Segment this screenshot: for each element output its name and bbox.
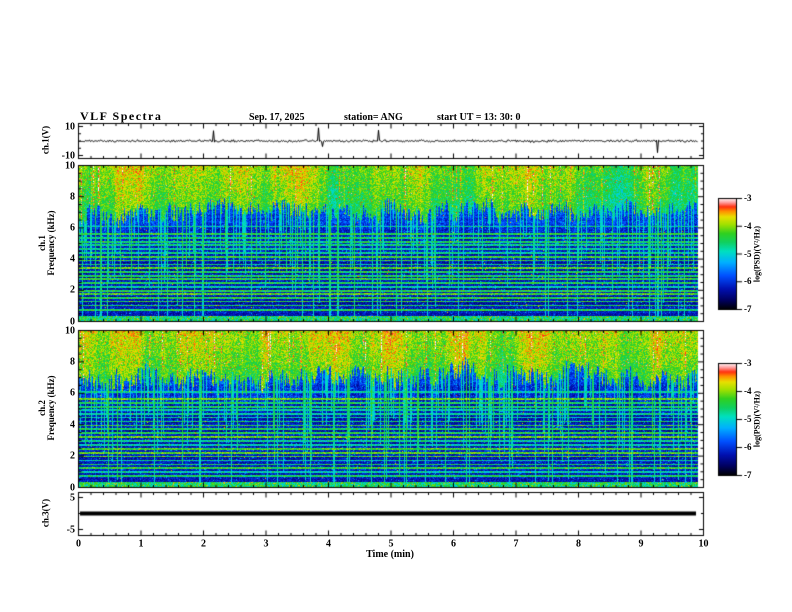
colorbar-tick-label: -3 [744,193,752,203]
freq-tick-label: 8 [70,191,75,203]
freq-tick-label: 4 [70,253,75,265]
x-tick-label: 8 [576,538,581,550]
ch1-voltage-axis-label: ch.1(V) [40,125,51,155]
x-tick-label: 10 [698,538,709,550]
colorbar-tick-label: -6 [744,276,752,287]
freq-tick-label: 2 [70,284,75,296]
colorbar-tick-label: -6 [744,442,752,452]
colorbar1-label: log(PSD)(V²/Hz) [752,225,762,283]
colorbar-tick-label: -5 [744,414,752,424]
colorbar-tick-label: -7 [744,470,752,480]
freq-tick-label: 10 [65,325,75,336]
colorbar2-label: log(PSD)(V²/Hz) [752,390,762,448]
date-label: Sep. 17, 2025 [249,112,305,123]
x-tick-label: 7 [513,538,519,550]
x-tick-label: 2 [201,538,206,550]
freq-tick-label: 8 [70,356,75,368]
colorbar-tick-label: -5 [744,248,752,259]
freq-tick-label: 2 [70,450,75,462]
x-tick-label: 1 [138,538,144,550]
ch1-frequency-axis-label: ch.1 Frequency (kHz) [37,210,56,276]
ch1-frequency-axis-label-line2: Frequency (kHz) [46,210,56,276]
x-tick-label: 3 [263,538,269,550]
ch1-volt-tick-label: -10 [61,150,75,161]
ch3-voltage-axis-label: ch.3(V) [40,498,51,528]
x-tick-label: 6 [451,538,456,550]
colorbar-tick-label: -4 [744,386,752,396]
ch3-volt-tick-label: -5 [66,524,75,535]
start-time-label: start UT = 13: 30: 0 [437,112,521,123]
x-tick-label: 0 [76,538,81,550]
figure-title: VLF Spectra [80,109,163,123]
vlf-spectra-page: VLF Spectra Sep. 17, 2025 station= ANG s… [0,0,792,612]
ch3-volt-tick-label: 5 [70,492,75,503]
x-axis-label: Time (min) [366,549,414,560]
x-tick-label: 9 [638,538,644,550]
colorbar-tick-label: -4 [744,220,752,231]
ch1-volt-tick-label: 10 [65,121,75,132]
ch2-frequency-axis-label: ch.2 Frequency (kHz) [37,375,56,441]
figure-canvas [0,0,792,612]
colorbar-tick-label: -3 [744,358,752,368]
station-label: station= ANG [344,112,403,123]
x-tick-label: 5 [388,538,394,550]
x-tick-label: 4 [326,538,331,550]
colorbar-tick-label: -7 [744,304,752,314]
freq-tick-label: 6 [70,222,75,234]
freq-tick-label: 6 [70,387,75,399]
freq-tick-label: 4 [70,419,75,431]
freq-tick-label: 10 [65,160,75,171]
ch2-frequency-axis-label-line2: Frequency (kHz) [46,375,56,441]
